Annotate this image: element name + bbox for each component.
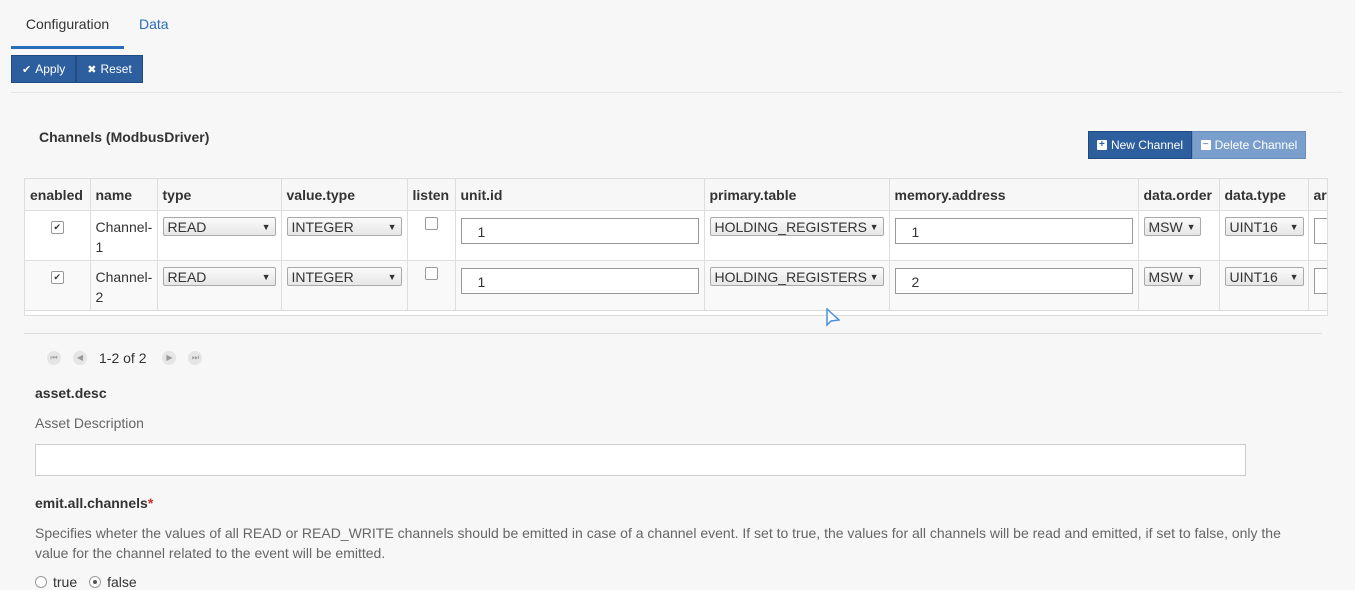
asset-desc-input[interactable] — [35, 444, 1246, 476]
configuration-panel: Channels (ModbusDriver) + New Channel − De… — [11, 92, 1343, 590]
prev-page-icon[interactable]: ◀ — [73, 351, 87, 365]
data-order-value: MSW — [1148, 219, 1183, 235]
type-select[interactable]: READ ▼ — [162, 267, 276, 286]
next-page-icon[interactable]: ▶ — [162, 351, 177, 365]
emit-all-description: Specifies wheter the values of all READ … — [35, 525, 1281, 561]
emit-all-label-text: emit.all.channels — [35, 495, 148, 511]
divider — [24, 333, 1322, 334]
tab-bar: Configuration Data — [11, 0, 1341, 49]
false-radio-label: false — [107, 574, 137, 590]
unit-id-input[interactable]: 1 — [460, 218, 699, 244]
data-type-select[interactable]: UINT16 ▼ — [1224, 267, 1304, 286]
memory-address-input[interactable]: 1 — [894, 218, 1133, 244]
col-listen[interactable]: listen — [407, 179, 456, 211]
data-order-select[interactable]: MSW ▼ — [1143, 267, 1201, 286]
col-value-type[interactable]: value.type — [281, 179, 408, 211]
asset-desc-description: Asset Description — [35, 415, 144, 431]
primary-table-value: HOLDING_REGISTERS — [714, 269, 867, 285]
apply-button[interactable]: ✔ Apply — [11, 55, 77, 83]
table-row[interactable]: ✔ Channel-2 READ ▼ INTEGER ▼ 1 HOLDING_REG… — [25, 260, 1327, 311]
channels-title: Channels (ModbusDriver) — [39, 129, 210, 145]
value-type-value: INTEGER — [291, 219, 354, 235]
false-radio[interactable] — [89, 576, 102, 588]
emit-all-radio-group: true false — [35, 574, 137, 590]
col-data-order[interactable]: data.order — [1138, 179, 1220, 211]
col-primary-table[interactable]: primary.table — [704, 179, 890, 211]
apply-label: Apply — [35, 62, 66, 76]
last-page-icon[interactable]: ⏭ — [188, 351, 203, 365]
check-icon: ✔ — [22, 63, 32, 76]
dropdown-arrow-icon: ▼ — [387, 222, 397, 232]
asset-desc-label: asset.desc — [35, 385, 107, 401]
data-type-value: UINT16 — [1229, 219, 1278, 235]
dropdown-arrow-icon: ▼ — [869, 222, 879, 232]
dropdown-arrow-icon: ▼ — [261, 272, 271, 282]
type-value: READ — [167, 269, 207, 285]
value-type-select[interactable]: INTEGER ▼ — [286, 267, 402, 286]
pagination: ⏮ ◀ 1-2 of 2 ▶ ⏭ — [47, 350, 214, 366]
dropdown-arrow-icon: ▼ — [261, 222, 271, 232]
value-type-value: INTEGER — [291, 269, 354, 285]
data-type-value: UINT16 — [1229, 269, 1278, 285]
data-order-select[interactable]: MSW ▼ — [1143, 217, 1201, 236]
listen-checkbox[interactable] — [424, 217, 438, 230]
primary-table-select[interactable]: HOLDING_REGISTERS ▼ — [709, 267, 884, 286]
enabled-checkbox[interactable]: ✔ — [50, 221, 64, 234]
tab-data[interactable]: Data — [139, 0, 169, 46]
col-name[interactable]: name — [90, 179, 158, 211]
dropdown-arrow-icon: ▼ — [1186, 272, 1196, 282]
plus-square-icon: + — [1096, 140, 1107, 150]
dropdown-arrow-icon: ▼ — [869, 272, 879, 282]
first-page-icon[interactable]: ⏮ — [47, 351, 61, 365]
col-ar[interactable]: ar — [1308, 179, 1327, 211]
new-channel-button[interactable]: + New Channel — [1088, 131, 1192, 159]
required-mark: * — [147, 495, 154, 511]
channel-name: Channel-2 — [95, 269, 153, 305]
close-icon: ✖ — [87, 63, 97, 76]
primary-table-value: HOLDING_REGISTERS — [714, 219, 867, 235]
dropdown-arrow-icon: ▼ — [1289, 222, 1299, 232]
unit-id-input[interactable]: 1 — [460, 268, 699, 294]
enabled-checkbox[interactable]: ✔ — [50, 271, 64, 284]
col-enabled[interactable]: enabled — [25, 179, 91, 211]
channels-table: enabled name type value.type listen unit… — [24, 178, 1328, 316]
delete-channel-button[interactable]: − Delete Channel — [1192, 131, 1306, 159]
reset-button[interactable]: ✖ Reset — [76, 55, 143, 83]
dropdown-arrow-icon: ▼ — [387, 272, 397, 282]
type-select[interactable]: READ ▼ — [162, 217, 276, 236]
reset-label: Reset — [100, 62, 132, 76]
col-unit-id[interactable]: unit.id — [455, 179, 705, 211]
dropdown-arrow-icon: ▼ — [1289, 272, 1299, 282]
listen-checkbox[interactable] — [424, 267, 438, 280]
new-channel-label: New Channel — [1110, 138, 1184, 152]
table-header-row: enabled name type value.type listen unit… — [25, 179, 1327, 211]
table-row[interactable]: ✔ Channel-1 READ ▼ INTEGER ▼ 1 HOLDING_REG… — [25, 210, 1327, 261]
delete-channel-label: Delete Channel — [1214, 138, 1298, 152]
toolbar: ✔ Apply ✖ Reset — [11, 55, 143, 83]
tab-configuration[interactable]: Configuration — [11, 0, 124, 49]
memory-address-input[interactable]: 2 — [894, 268, 1133, 294]
data-order-value: MSW — [1148, 269, 1183, 285]
true-radio-label: true — [53, 574, 78, 590]
true-radio[interactable] — [35, 576, 47, 588]
col-type[interactable]: type — [157, 179, 282, 211]
value-type-select[interactable]: INTEGER ▼ — [286, 217, 402, 236]
data-type-select[interactable]: UINT16 ▼ — [1224, 217, 1304, 236]
type-value: READ — [167, 219, 207, 235]
emit-all-label: emit.all.channels* — [35, 495, 153, 511]
col-memory-address[interactable]: memory.address — [889, 179, 1139, 211]
page-info: 1-2 of 2 — [99, 350, 147, 366]
channel-name: Channel-1 — [95, 219, 153, 255]
ar-input[interactable] — [1313, 268, 1327, 294]
dropdown-arrow-icon: ▼ — [1186, 222, 1196, 232]
minus-square-icon: − — [1200, 140, 1211, 150]
col-data-type[interactable]: data.type — [1219, 179, 1309, 211]
ar-input[interactable] — [1313, 218, 1327, 244]
mouse-cursor-icon — [826, 308, 840, 327]
primary-table-select[interactable]: HOLDING_REGISTERS ▼ — [709, 217, 884, 236]
